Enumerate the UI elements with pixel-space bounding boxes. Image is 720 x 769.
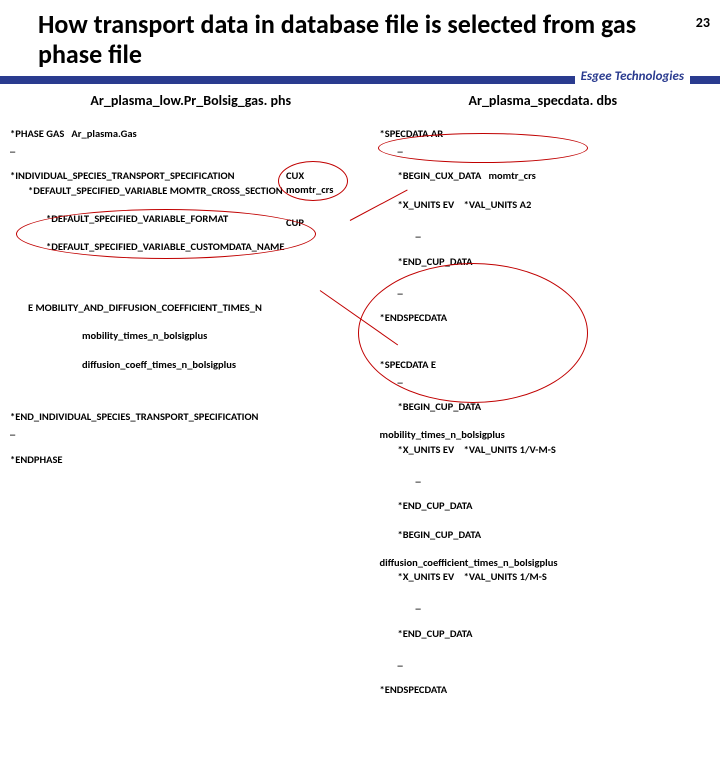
code-line: *X_UNITS EV *VAL_UNITS 1/V-M-S: [380, 443, 712, 457]
brand-label: Esgee Technologies: [575, 69, 690, 84]
left-code: *PHASE GAS Ar_plasma.Gas _ *INDIVIDUAL_S…: [8, 113, 374, 538]
code-line: _: [380, 598, 712, 612]
code-value: CUP: [286, 216, 304, 230]
code-line: *X_UNITS EV *VAL_UNITS A2: [380, 198, 712, 212]
code-line: *END_INDIVIDUAL_SPECIES_TRANSPORT_SPECIF…: [10, 410, 258, 423]
code-line: _: [380, 372, 712, 386]
code-line: *SPECDATA AR: [380, 127, 444, 140]
right-column: Ar_plasma_specdata. dbs *SPECDATA AR _ *…: [374, 90, 712, 769]
left-heading: Ar_plasma_low.Pr_Bolsig_gas. phs: [8, 92, 374, 109]
code-line: _: [380, 141, 712, 155]
code-line: *END_CUP_DATA: [380, 627, 712, 641]
code-line: mobility_times_n_bolsigplus: [380, 428, 505, 441]
code-line: *DEFAULT_SPECIFIED_VARIABLE_FORMAT: [10, 212, 374, 226]
code-line: _: [380, 655, 712, 669]
code-line: _: [380, 283, 712, 297]
code-line: *END_CUP_DATA: [380, 499, 712, 513]
code-line: _: [10, 141, 374, 155]
right-heading: Ar_plasma_specdata. dbs: [374, 92, 712, 109]
code-line: E MOBILITY_AND_DIFFUSION_COEFFICIENT_TIM…: [10, 301, 374, 315]
spacer: [10, 269, 374, 287]
code-line: *ENDPHASE: [10, 453, 63, 466]
code-line: *END_CUP_DATA: [380, 255, 712, 269]
code-value: momtr_crs: [286, 183, 333, 197]
title-rule: Esgee Technologies: [0, 76, 720, 84]
code-line: *BEGIN_CUX_DATA momtr_crs: [380, 169, 712, 183]
code-line: diffusion_coefficient_times_n_bolsigplus: [380, 556, 558, 569]
code-line: *ENDSPECDATA: [380, 311, 448, 324]
code-line: *X_UNITS EV *VAL_UNITS 1/M-S: [380, 570, 712, 584]
spacer: [10, 386, 374, 396]
code-line: diffusion_coeff_times_n_bolsigplus: [10, 358, 374, 372]
code-value: CUX: [286, 169, 304, 183]
page-number: 23: [696, 14, 710, 31]
right-code: *SPECDATA AR _ *BEGIN_CUX_DATA momtr_crs…: [374, 113, 712, 769]
code-line: *SPECDATA E: [380, 358, 436, 371]
code-line: _: [380, 471, 712, 485]
page-title: How transport data in database file is s…: [38, 10, 690, 70]
columns: Ar_plasma_low.Pr_Bolsig_gas. phs *PHASE …: [0, 90, 720, 769]
code-line: *INDIVIDUAL_SPECIES_TRANSPORT_SPECIFICAT…: [10, 169, 235, 182]
code-line: *ENDSPECDATA: [380, 683, 448, 696]
code-line: *PHASE GAS Ar_plasma.Gas: [10, 127, 137, 140]
left-column: Ar_plasma_low.Pr_Bolsig_gas. phs *PHASE …: [8, 90, 374, 769]
code-line: *BEGIN_CUP_DATA: [380, 400, 712, 414]
code-line: _: [380, 226, 712, 240]
code-line: _: [10, 424, 374, 438]
code-line: *DEFAULT_SPECIFIED_VARIABLE_CUSTOMDATA_N…: [10, 240, 374, 254]
spacer: [380, 325, 712, 343]
code-line: mobility_times_n_bolsigplus: [10, 329, 374, 343]
